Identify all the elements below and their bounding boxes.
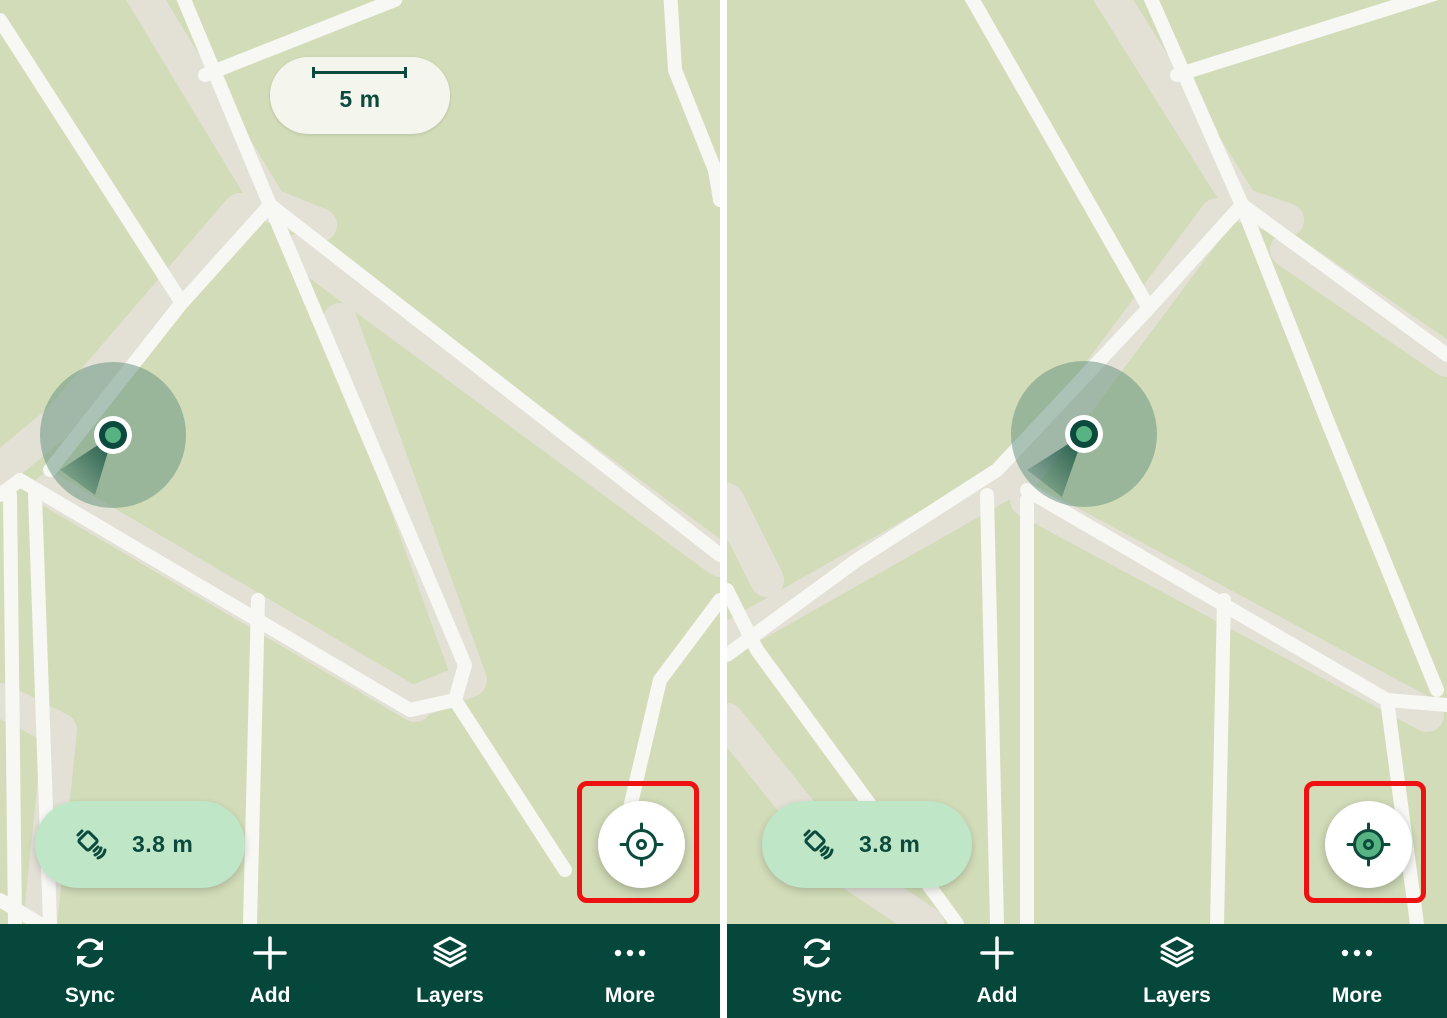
nav-label: Add [249,984,291,1007]
locate-me-button[interactable] [1325,801,1412,888]
location-dot [1076,426,1092,442]
satellite-icon [803,829,834,860]
nav-item-more[interactable]: More [1267,924,1447,1018]
nav-item-layers[interactable]: Layers [1087,924,1267,1018]
nav-label: Layers [1143,984,1211,1007]
sync-icon [77,938,103,968]
scale-bar-line [312,67,407,78]
nav-label: More [604,984,656,1007]
scale-bar: 5 m [270,57,450,134]
map-screen-before: 5 m 3.8 m Sync Add Layers More [0,0,720,1018]
bottom-navigation: Sync Add Layers More [0,924,720,1018]
more-icon [1341,949,1373,957]
sync-icon [804,938,830,968]
crosshair-icon [1346,822,1391,867]
location-marker [40,362,186,508]
scale-label: 5 m [339,86,381,112]
bottom-navigation: Sync Add Layers More [727,924,1447,1018]
nav-label: Layers [416,984,484,1007]
nav-item-sync[interactable]: Sync [0,924,180,1018]
nav-item-more[interactable]: More [540,924,720,1018]
crosshair-icon [619,822,664,867]
layers-icon [433,936,467,968]
map-screen-after: 3.8 m Sync Add Layers More [727,0,1447,1018]
locate-me-button[interactable] [598,801,685,888]
layers-icon [1160,936,1194,968]
nav-label: More [1331,984,1383,1007]
nav-label: Sync [791,984,843,1007]
nav-item-add[interactable]: Add [907,924,1087,1018]
gps-accuracy-chip[interactable]: 3.8 m [35,801,245,888]
gps-accuracy-chip[interactable]: 3.8 m [762,801,972,888]
location-marker [1011,361,1157,507]
more-icon [614,949,646,957]
accuracy-value: 3.8 m [132,831,194,857]
nav-label: Add [976,984,1018,1007]
accuracy-value: 3.8 m [859,831,921,857]
nav-item-layers[interactable]: Layers [360,924,540,1018]
nav-item-add[interactable]: Add [180,924,360,1018]
satellite-icon [76,829,107,860]
nav-label: Sync [64,984,116,1007]
plus-icon [980,936,1014,970]
plus-icon [253,936,287,970]
nav-item-sync[interactable]: Sync [727,924,907,1018]
location-dot [105,427,121,443]
